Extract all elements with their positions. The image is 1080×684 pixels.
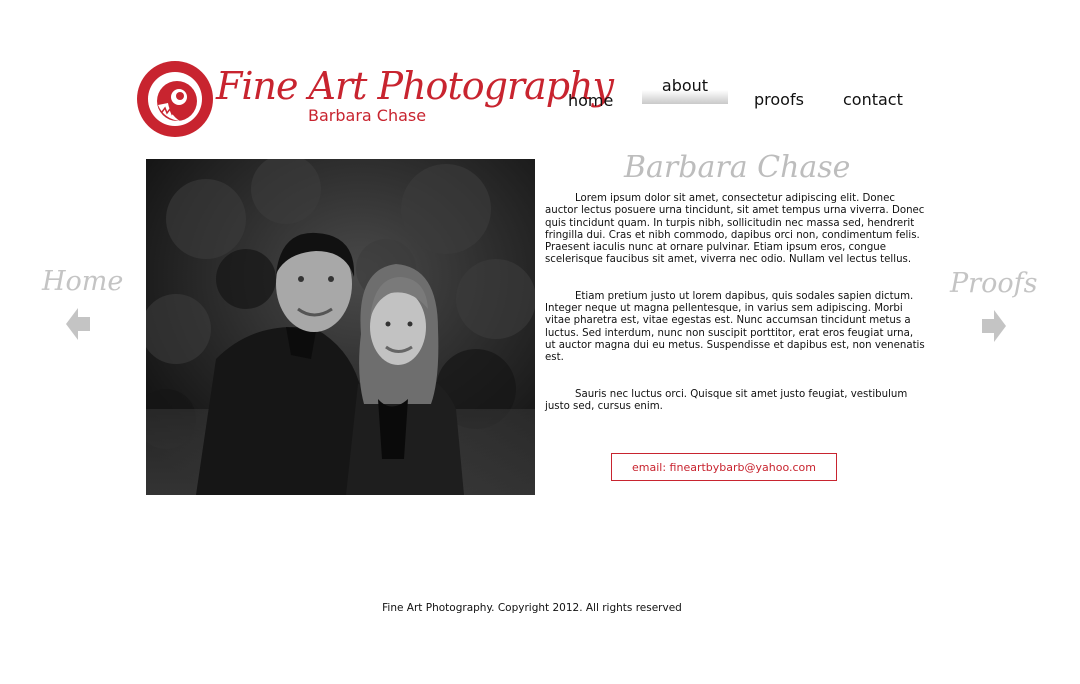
nav-home[interactable]: home (568, 91, 613, 110)
prev-page-label: Home (42, 266, 124, 297)
logo-subtitle: Barbara Chase (308, 106, 427, 125)
footer-copyright: Fine Art Photography. Copyright 2012. Al… (382, 602, 682, 614)
portrait-image (146, 159, 535, 495)
about-paragraph: Etiam pretium justo ut lorem dapibus, qu… (545, 290, 925, 364)
nav-contact[interactable]: contact (843, 90, 903, 109)
email-button[interactable]: email: fineartbybarb@yahoo.com (611, 453, 837, 481)
about-paragraph: Lorem ipsum dolor sit amet, consectetur … (545, 193, 925, 266)
next-page-label: Proofs (950, 268, 1038, 299)
logo-emblem-icon (137, 61, 213, 137)
about-heading: Barbara Chase (624, 150, 851, 185)
nav-proofs[interactable]: proofs (754, 90, 804, 109)
logo-title: Fine Art Photography (216, 64, 614, 108)
nav-about-label: about (661, 76, 709, 95)
prev-page-home-link[interactable]: Home (38, 266, 128, 346)
portrait-photo (146, 159, 535, 495)
arrow-right-icon (982, 310, 1006, 342)
site-logo[interactable]: Fine Art Photography Barbara Chase (136, 60, 614, 140)
nav-about[interactable]: about (642, 76, 728, 104)
about-body: Lorem ipsum dolor sit amet, consectetur … (545, 193, 925, 437)
about-paragraph: Sauris nec luctus orci. Quisque sit amet… (545, 388, 908, 412)
arrow-left-icon (66, 308, 90, 340)
next-page-proofs-link[interactable]: Proofs (948, 268, 1038, 348)
